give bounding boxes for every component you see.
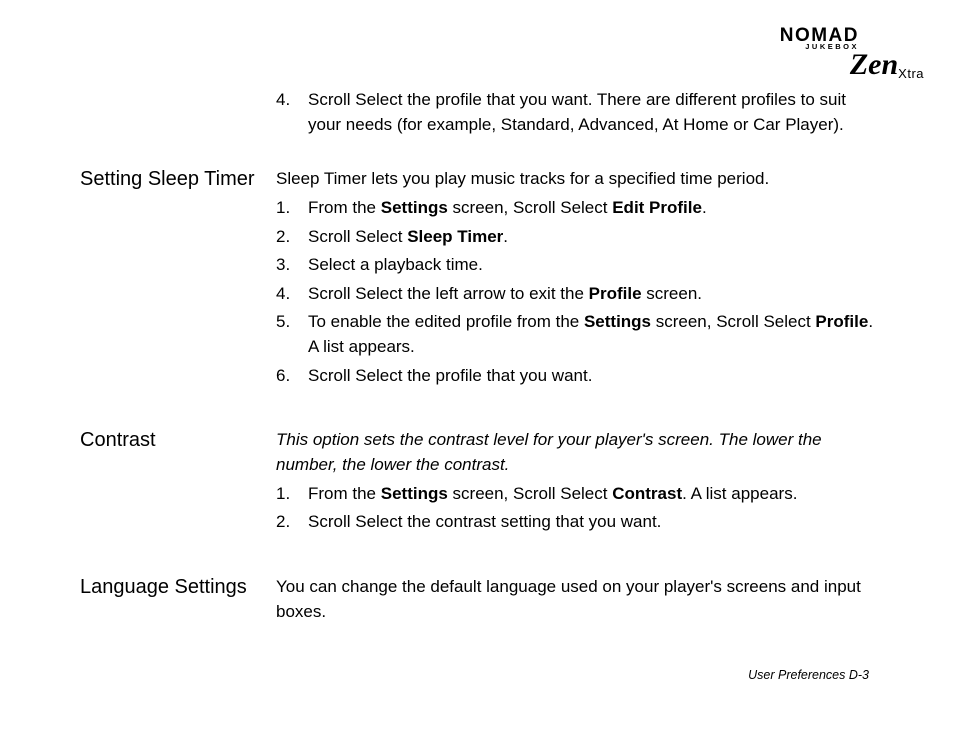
logo-xtra: Xtra	[898, 66, 924, 81]
page-content: 4. Scroll Select the profile that you wa…	[80, 88, 879, 628]
sleep-step: Scroll Select the profile that you want.	[276, 364, 879, 389]
step-number: 4.	[276, 88, 290, 113]
section-heading-language: Language Settings	[80, 575, 276, 600]
sleep-steps: From the Settings screen, Scroll Select …	[276, 196, 879, 388]
sleep-step: Scroll Select the left arrow to exit the…	[276, 282, 879, 307]
carryover-step: 4. Scroll Select the profile that you wa…	[276, 88, 879, 137]
logo-zen: Zen	[850, 48, 898, 81]
logo-model: ZenXtra	[850, 48, 924, 82]
product-logo: NOMAD JUKEBOX ZenXtra	[780, 28, 859, 54]
contrast-step: From the Settings screen, Scroll Select …	[276, 482, 879, 507]
sleep-step: To enable the edited profile from the Se…	[276, 310, 879, 359]
sleep-step: Scroll Select Sleep Timer.	[276, 225, 879, 250]
section-heading-sleep-timer: Setting Sleep Timer	[80, 167, 276, 192]
language-intro: You can change the default language used…	[276, 575, 879, 624]
sleep-step: Select a playback time.	[276, 253, 879, 278]
sleep-step: From the Settings screen, Scroll Select …	[276, 196, 879, 221]
step-text: Scroll Select the profile that you want.…	[308, 90, 846, 134]
contrast-step: Scroll Select the contrast setting that …	[276, 510, 879, 535]
section-heading-contrast: Contrast	[80, 428, 276, 453]
contrast-intro: This option sets the contrast level for …	[276, 428, 879, 477]
sleep-intro: Sleep Timer lets you play music tracks f…	[276, 167, 879, 192]
contrast-steps: From the Settings screen, Scroll Select …	[276, 482, 879, 535]
page-footer: User Preferences D-3	[748, 668, 869, 682]
